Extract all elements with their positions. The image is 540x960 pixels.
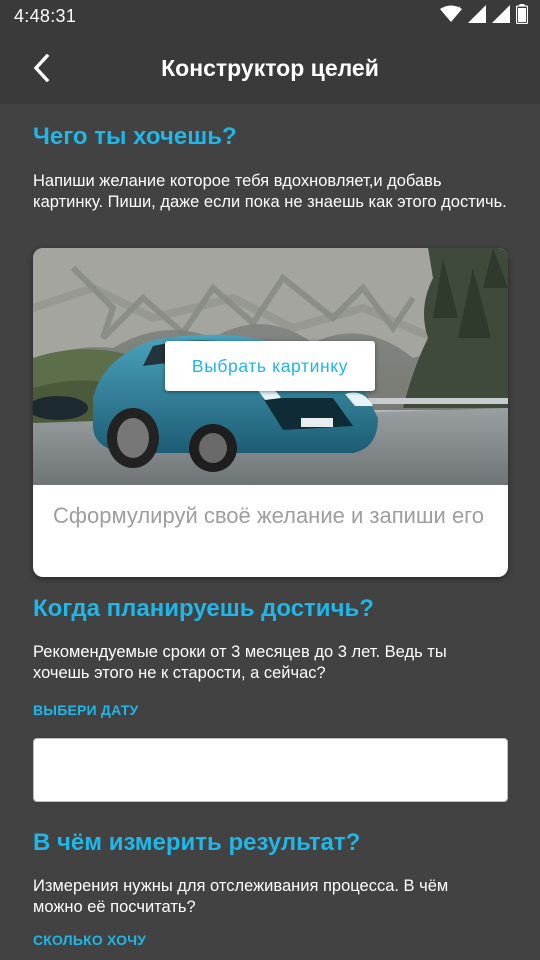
wish-image[interactable]: Выбрать картинку <box>33 248 508 485</box>
svg-text:x: x <box>456 5 461 13</box>
wifi-icon: x <box>440 4 462 28</box>
wish-input[interactable]: Сформулируй своё желание и запиши его <box>53 500 493 531</box>
wish-card: Выбрать картинку Сформулируй своё желани… <box>33 248 508 577</box>
section-measure-description: Измерения нужны для отслеживания процесс… <box>33 877 449 916</box>
app-bar: Конструктор целей <box>0 32 540 104</box>
date-field[interactable] <box>33 738 508 802</box>
chevron-left-icon <box>32 53 52 87</box>
status-time: 4:48:31 <box>14 5 77 26</box>
section-when-title: Когда планируешь достичь? <box>33 595 374 622</box>
battery-icon <box>515 3 529 29</box>
pick-date-link[interactable]: ВЫБЕРИ ДАТУ <box>33 702 138 718</box>
status-bar: 4:48:31 x <box>0 0 540 32</box>
section-when-description: Рекомендуемые сроки от 3 месяцев до 3 ле… <box>33 643 447 682</box>
signal-icon <box>468 4 486 28</box>
signal-icon <box>492 4 510 28</box>
pick-image-button[interactable]: Выбрать картинку <box>165 341 375 391</box>
section-want-description: Напиши желание которое тебя вдохновляет,… <box>33 172 507 211</box>
section-want-title: Чего ты хочешь? <box>33 123 237 150</box>
back-button[interactable] <box>22 50 62 90</box>
status-icons: x <box>440 3 529 29</box>
section-measure-title: В чём измерить результат? <box>33 829 361 856</box>
how-much-link[interactable]: СКОЛЬКО ХОЧУ <box>33 932 146 948</box>
page-title: Конструктор целей <box>161 54 379 81</box>
